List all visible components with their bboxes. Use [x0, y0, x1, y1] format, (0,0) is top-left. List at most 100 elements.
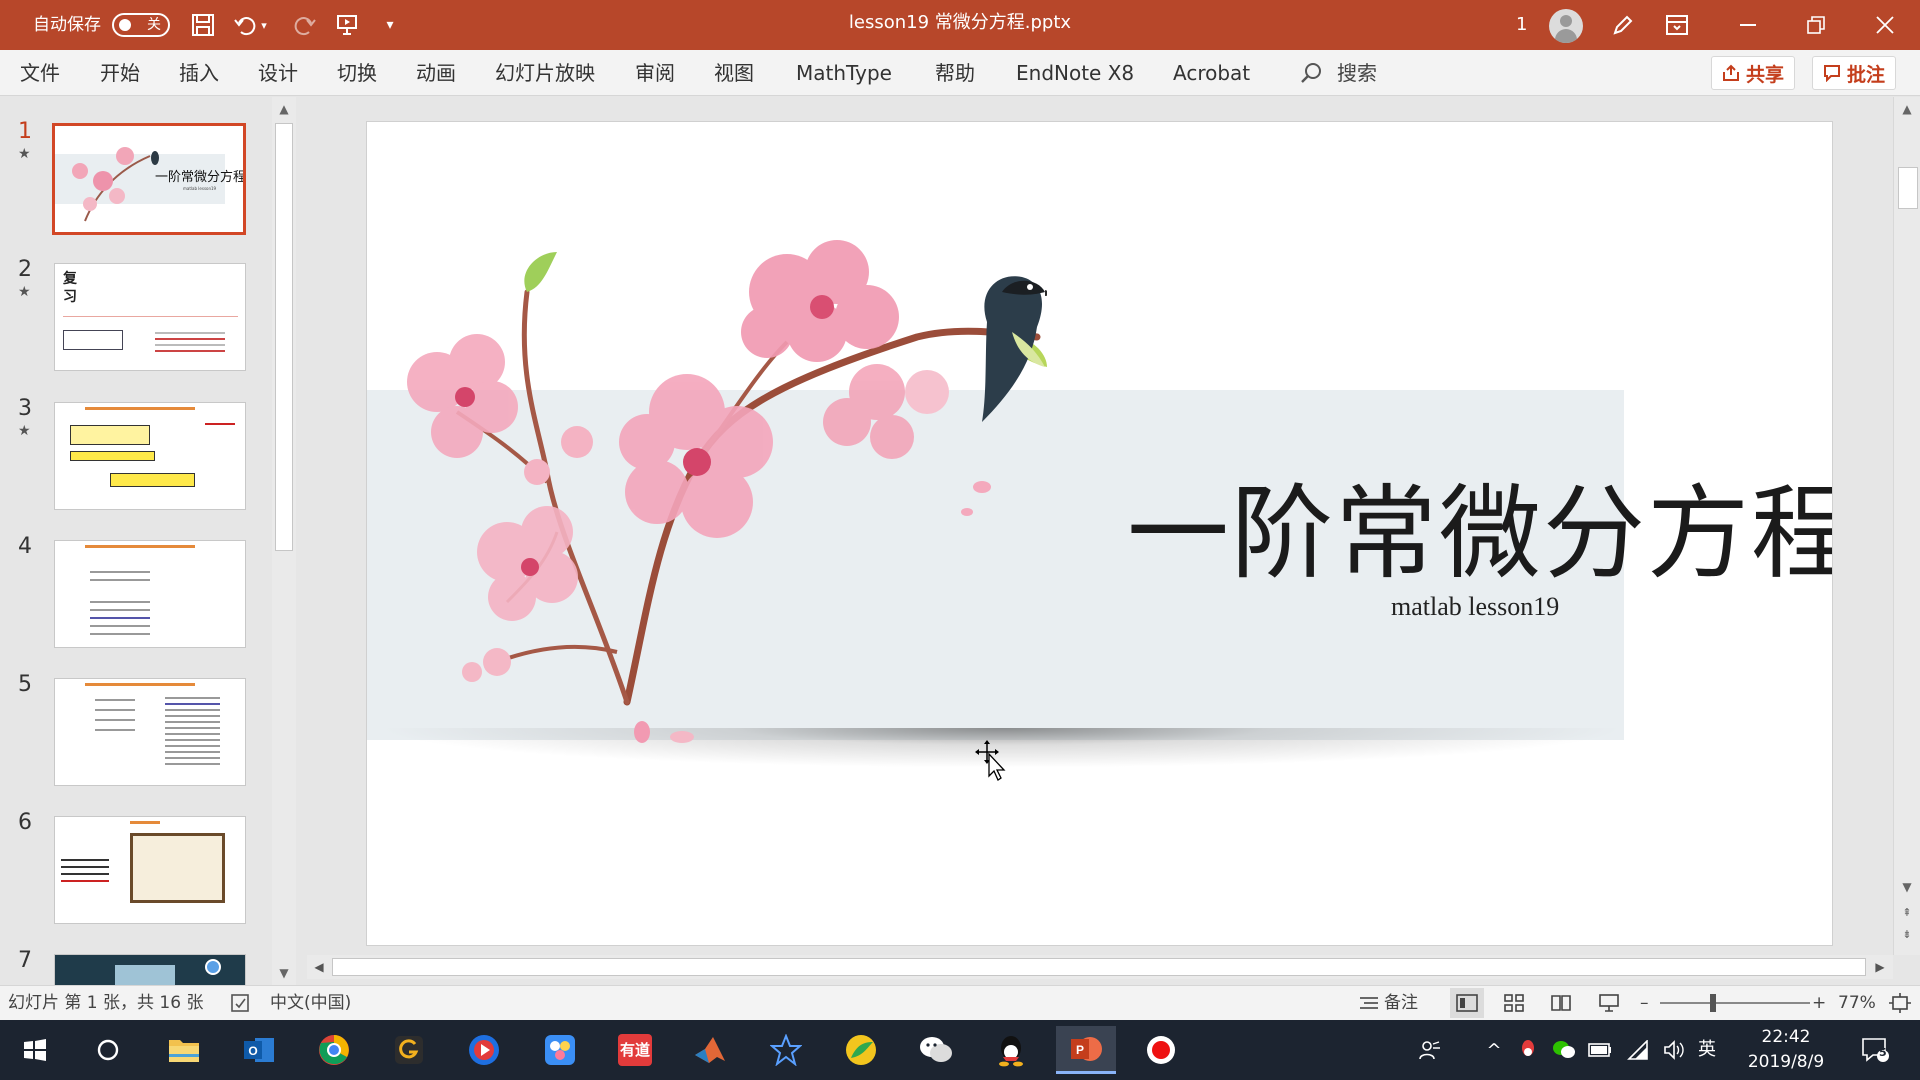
scroll-down-icon[interactable]: ▼ [1894, 877, 1920, 897]
file-explorer-icon[interactable] [154, 1026, 214, 1074]
zoom-in-button[interactable]: + [1812, 986, 1826, 1020]
next-slide-icon[interactable]: ⇟ [1894, 925, 1920, 945]
outlook-icon[interactable]: O [229, 1026, 289, 1074]
customize-toolbar-icon[interactable]: ▾ [375, 10, 405, 40]
tab-transitions[interactable]: 切换 [337, 50, 377, 96]
scroll-up-icon[interactable]: ▲ [1894, 99, 1920, 119]
slide-subtitle[interactable]: matlab lesson19 [1391, 592, 1559, 622]
tray-qq-icon[interactable] [1510, 1026, 1546, 1074]
powerpoint-icon[interactable]: P [1056, 1026, 1116, 1074]
thumbnail-text-lines [165, 697, 220, 699]
tab-slideshow[interactable]: 幻灯片放映 [495, 50, 595, 96]
scroll-thumb[interactable] [332, 958, 1866, 976]
chrome-icon[interactable] [304, 1026, 364, 1074]
thumbnail-slide-2[interactable]: 复 习 [54, 263, 246, 371]
tab-view[interactable]: 视图 [714, 50, 754, 96]
spellcheck-icon[interactable] [230, 993, 252, 1013]
slide-sorter-icon[interactable] [1503, 993, 1525, 1013]
thumbnail-slide-6[interactable] [54, 816, 246, 924]
search-icon[interactable] [1300, 62, 1322, 84]
slide-title[interactable]: 一阶常微分方程 [1127, 452, 1832, 599]
app-green-icon[interactable] [831, 1026, 891, 1074]
search-label[interactable]: 搜索 [1337, 50, 1377, 96]
thumbnail-slide-7[interactable] [54, 954, 246, 985]
notes-icon[interactable] [1358, 993, 1380, 1013]
start-slideshow-icon[interactable] [332, 10, 362, 40]
slide-vertical-scrollbar[interactable]: ▲ ▼ ⇞ ⇟ [1893, 97, 1920, 955]
wechat-icon[interactable] [906, 1026, 966, 1074]
scroll-up-icon[interactable]: ▲ [272, 99, 296, 119]
volume-icon[interactable] [1656, 1026, 1692, 1074]
scroll-thumb[interactable] [1898, 167, 1918, 209]
previous-slide-icon[interactable]: ⇞ [1894, 903, 1920, 923]
scroll-thumb[interactable] [275, 123, 293, 551]
tab-file[interactable]: 文件 [20, 50, 60, 96]
wifi-icon[interactable] [1620, 1026, 1656, 1074]
redo-icon[interactable] [290, 10, 320, 40]
close-icon[interactable] [1855, 0, 1915, 50]
language-indicator[interactable]: 中文(中国) [270, 986, 351, 1020]
record-icon[interactable] [1131, 1026, 1191, 1074]
thumbnail-slide-5[interactable] [54, 678, 246, 786]
thumbnail-scrollbar[interactable]: ▲ ▼ [272, 97, 296, 985]
app-g-icon[interactable] [379, 1026, 439, 1074]
start-icon[interactable] [5, 1026, 65, 1074]
app-star-icon[interactable] [756, 1026, 816, 1074]
thumbnail-heading [85, 683, 195, 686]
zoom-slider-track[interactable] [1660, 1002, 1810, 1004]
account-avatar[interactable] [1549, 9, 1583, 43]
tab-mathtype[interactable]: MathType [796, 50, 892, 96]
thumbnail-slide-4[interactable] [54, 540, 246, 648]
app-blue-icon[interactable] [530, 1026, 590, 1074]
battery-icon[interactable] [1582, 1026, 1618, 1074]
normal-view-icon[interactable] [1456, 993, 1478, 1013]
pen-icon[interactable] [1593, 0, 1653, 50]
ribbon-display-icon[interactable] [1647, 0, 1707, 50]
fit-to-window-icon[interactable] [1889, 993, 1911, 1013]
tab-endnote[interactable]: EndNote X8 [1016, 50, 1134, 96]
tab-review[interactable]: 审阅 [635, 50, 675, 96]
notes-button[interactable]: 备注 [1384, 986, 1418, 1020]
reading-view-icon[interactable] [1550, 993, 1572, 1013]
scroll-right-icon[interactable]: ▶ [1870, 955, 1890, 979]
youdao-icon[interactable]: 有道 [605, 1026, 665, 1074]
media-player-icon[interactable] [454, 1026, 514, 1074]
tab-home[interactable]: 开始 [100, 50, 140, 96]
autosave-state: 关 [147, 17, 161, 33]
zoom-out-button[interactable]: – [1640, 986, 1649, 1020]
zoom-slider-knob[interactable] [1709, 994, 1716, 1012]
tab-design[interactable]: 设计 [258, 50, 298, 96]
slide-counter[interactable]: 幻灯片 第 1 张，共 16 张 [8, 986, 203, 1020]
thumbnail-slide-1[interactable]: 一阶常微分方程 matlab lesson19 [52, 123, 246, 235]
autosave-toggle[interactable]: 关 [112, 13, 170, 37]
tab-acrobat[interactable]: Acrobat [1173, 50, 1250, 96]
clock[interactable]: 22:42 2019/8/9 [1740, 1025, 1832, 1075]
scroll-down-icon[interactable]: ▼ [272, 963, 296, 983]
slideshow-view-icon[interactable] [1598, 993, 1620, 1013]
people-icon[interactable] [1410, 1026, 1450, 1074]
toggle-knob [119, 19, 131, 31]
action-center-icon[interactable]: 5 [1850, 1026, 1900, 1074]
tray-expand-icon[interactable]: ^ [1476, 1026, 1512, 1074]
tab-insert[interactable]: 插入 [179, 50, 219, 96]
qq-icon[interactable] [981, 1026, 1041, 1074]
tab-help[interactable]: 帮助 [935, 50, 975, 96]
undo-dropdown-icon[interactable]: ▾ [256, 10, 272, 40]
tab-animations[interactable]: 动画 [416, 50, 456, 96]
tray-wechat-icon[interactable] [1546, 1026, 1582, 1074]
matlab-icon[interactable] [680, 1026, 740, 1074]
comments-button[interactable]: 批注 [1812, 56, 1897, 90]
restore-icon[interactable] [1786, 0, 1846, 50]
horizontal-scrollbar[interactable]: ◀ ▶ [307, 955, 1893, 979]
minimize-icon[interactable] [1718, 0, 1778, 50]
cortana-icon[interactable] [78, 1026, 138, 1074]
slide-canvas[interactable]: 一阶常微分方程 matlab lesson19 [366, 121, 1833, 946]
save-icon[interactable] [188, 10, 218, 40]
zoom-level[interactable]: 77% [1838, 986, 1876, 1020]
share-button[interactable]: 共享 [1711, 56, 1796, 90]
thumbnail-slide-3[interactable] [54, 402, 246, 510]
ime-indicator[interactable]: 英 [1698, 1020, 1716, 1080]
scroll-left-icon[interactable]: ◀ [309, 955, 329, 979]
animation-star-icon: ★ [18, 146, 31, 162]
avatar-head [1560, 15, 1572, 27]
